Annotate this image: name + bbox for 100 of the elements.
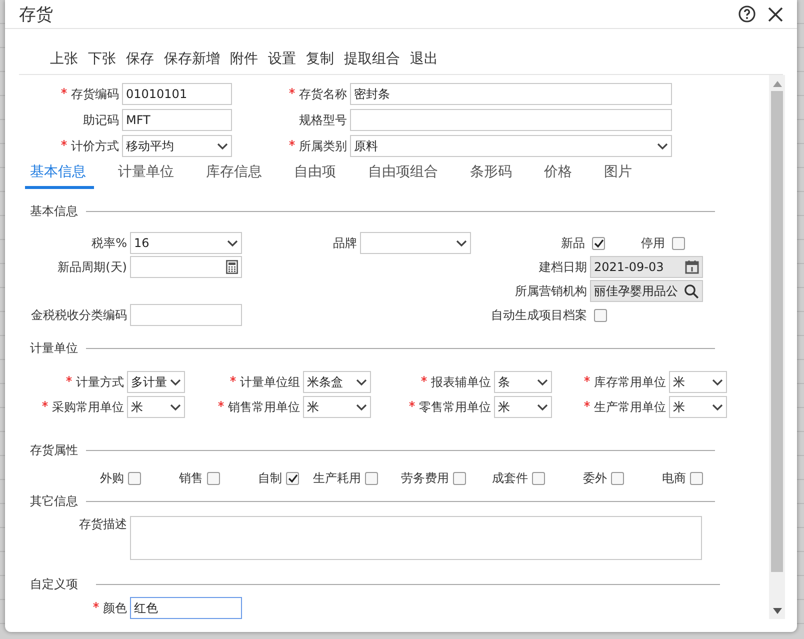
checkbox[interactable]	[207, 472, 220, 484]
toolbar-button[interactable]: 保存	[125, 50, 155, 68]
section-title: 自定义项	[30, 576, 78, 593]
search-icon[interactable]	[684, 284, 699, 298]
chevron-down-icon	[170, 378, 181, 386]
checkbox[interactable]	[286, 472, 299, 484]
calculator-icon[interactable]	[226, 260, 238, 274]
select-field[interactable]: 米	[669, 371, 727, 393]
tab[interactable]: 条形码	[462, 161, 520, 189]
input-field[interactable]: 01010101	[122, 83, 232, 105]
checkbox[interactable]	[532, 472, 545, 484]
tab[interactable]: 自由项	[286, 161, 344, 189]
select-field[interactable]: 原料	[350, 135, 672, 157]
input-field[interactable]: 丽佳孕婴用品公	[590, 280, 703, 302]
required-icon	[61, 88, 67, 94]
input-field[interactable]	[350, 109, 672, 131]
field-label: 报表辅单位	[371, 374, 494, 390]
scroll-down-icon[interactable]	[772, 608, 782, 614]
select-field[interactable]: 多计量	[127, 371, 185, 393]
chevron-down-icon	[712, 404, 723, 410]
required-icon	[289, 88, 295, 94]
section-title: 存货属性	[30, 442, 78, 459]
tab[interactable]: 基本信息	[25, 161, 94, 189]
tab[interactable]: 价格	[536, 161, 580, 189]
checkbox[interactable]	[594, 308, 607, 322]
required-icon	[230, 376, 236, 382]
section-title: 其它信息	[30, 493, 78, 510]
toolbar-button[interactable]: 附件	[229, 50, 259, 68]
input-field[interactable]	[130, 304, 242, 326]
close-icon[interactable]	[768, 6, 783, 22]
select-field[interactable]: 条	[494, 371, 552, 393]
checkbox[interactable]	[592, 236, 605, 250]
chevron-down-icon	[657, 142, 668, 150]
select-field[interactable]: 米条盒	[303, 371, 371, 393]
required-icon	[289, 140, 295, 146]
field-label: 存货编码	[25, 86, 122, 102]
input-field[interactable]: 红色	[130, 597, 242, 619]
field-label: 库存常用单位	[552, 374, 669, 390]
tab[interactable]: 库存信息	[198, 161, 270, 189]
checkbox-label: 电商	[662, 470, 686, 486]
toolbar-button[interactable]: 提取组合	[343, 50, 401, 68]
field-label: 建档日期	[538, 258, 588, 276]
field-label: 规格型号	[298, 112, 348, 128]
field-label: 新品周期(天)	[56, 258, 128, 276]
checkbox-label: 自制	[258, 470, 282, 486]
select-field[interactable]: 米	[494, 396, 552, 418]
required-icon	[584, 376, 590, 382]
chevron-down-icon	[537, 404, 548, 410]
checkbox-label: 生产耗用	[313, 470, 361, 486]
field-label: 所属类别	[232, 138, 350, 154]
select-field[interactable]	[360, 232, 471, 254]
input-field[interactable]	[130, 256, 242, 278]
help-icon[interactable]	[738, 5, 756, 23]
calendar-icon[interactable]	[685, 260, 699, 274]
chevron-down-icon	[217, 142, 228, 150]
checkbox[interactable]	[690, 472, 703, 484]
field-label: 零售常用单位	[371, 398, 494, 416]
required-icon	[409, 400, 415, 406]
chevron-down-icon	[356, 378, 367, 386]
checkbox[interactable]	[453, 472, 466, 484]
input-field[interactable]: 2021-09-03	[590, 256, 703, 278]
input-field[interactable]: MFT	[122, 109, 232, 131]
required-icon	[61, 140, 67, 146]
select-field[interactable]: 米	[669, 396, 727, 418]
checkbox[interactable]	[128, 472, 141, 484]
scroll-up-icon[interactable]	[772, 81, 782, 87]
field-label: 销售常用单位	[185, 398, 303, 416]
toolbar-button[interactable]: 复制	[305, 50, 335, 68]
toolbar-button[interactable]: 退出	[409, 50, 439, 68]
description-textarea[interactable]	[130, 516, 702, 560]
toolbar-button[interactable]: 上张	[49, 50, 79, 68]
select-field[interactable]: 米	[303, 396, 371, 418]
chevron-down-icon	[537, 378, 548, 386]
field-label: 存货描述	[78, 516, 128, 533]
chevron-down-icon	[170, 404, 181, 410]
checkbox[interactable]	[672, 236, 685, 250]
checkbox[interactable]	[365, 472, 378, 484]
required-icon	[66, 376, 72, 382]
chevron-down-icon	[456, 240, 467, 246]
section-title: 计量单位	[30, 340, 78, 357]
chevron-down-icon	[227, 240, 238, 246]
tab[interactable]: 图片	[596, 161, 640, 189]
toolbar-button[interactable]: 下张	[87, 50, 117, 68]
required-icon	[42, 400, 48, 406]
field-label: 金税税收分类编码	[30, 306, 128, 324]
toolbar-button[interactable]: 设置	[267, 50, 297, 68]
toolbar-button[interactable]: 保存新增	[163, 50, 221, 68]
field-label: 助记码	[82, 112, 120, 128]
tab[interactable]: 自由项组合	[360, 161, 446, 189]
select-field[interactable]: 米	[127, 396, 185, 418]
select-field[interactable]: 16	[130, 232, 242, 254]
field-label: 生产常用单位	[552, 398, 669, 416]
window-title: 存货	[19, 4, 54, 26]
checkbox[interactable]	[611, 472, 624, 484]
required-icon	[421, 376, 427, 382]
tab[interactable]: 计量单位	[110, 161, 182, 189]
input-field[interactable]: 密封条	[350, 83, 672, 105]
field-label: 存货名称	[232, 86, 350, 102]
select-field[interactable]: 移动平均	[122, 135, 232, 157]
chevron-down-icon	[356, 404, 367, 410]
